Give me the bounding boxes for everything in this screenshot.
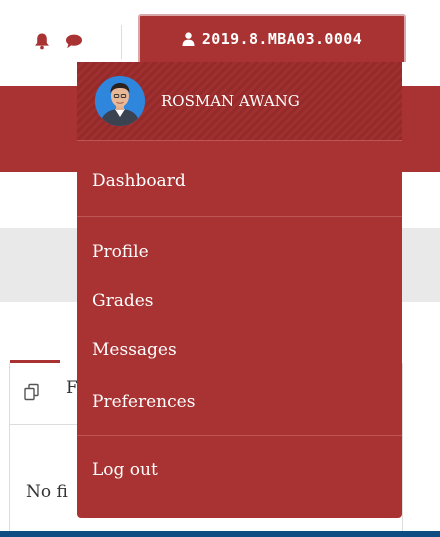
user-id-label: 2019.8.MBA03.0004 — [201, 30, 363, 48]
active-tab-underline — [10, 360, 60, 363]
bell-icon[interactable] — [33, 32, 51, 50]
user-menu-header[interactable]: ROSMAN AWANG — [77, 62, 402, 140]
menu-separator — [77, 435, 402, 436]
menu-item-preferences[interactable]: Preferences — [92, 392, 195, 412]
user-dropdown-menu: ROSMAN AWANG Dashboard Profile Grades Me… — [77, 62, 402, 518]
empty-state-text: No fi — [26, 482, 68, 502]
menu-item-logout[interactable]: Log out — [92, 460, 158, 480]
menu-separator — [77, 140, 402, 141]
menu-item-dashboard[interactable]: Dashboard — [92, 171, 186, 191]
avatar — [95, 76, 145, 126]
avatar-photo — [95, 76, 145, 126]
files-icon — [24, 383, 39, 401]
menu-item-messages[interactable]: Messages — [92, 340, 177, 360]
content-box-border-left — [9, 363, 10, 537]
content-box-border-right — [402, 363, 403, 537]
user-menu-button[interactable]: 2019.8.MBA03.0004 — [138, 14, 406, 62]
navbar-divider — [121, 25, 122, 59]
menu-item-profile[interactable]: Profile — [92, 242, 149, 262]
user-icon — [182, 32, 195, 46]
menu-separator — [77, 216, 402, 217]
chat-icon[interactable] — [65, 32, 83, 50]
user-full-name: ROSMAN AWANG — [161, 92, 300, 110]
menu-item-grades[interactable]: Grades — [92, 291, 154, 311]
bottom-bar — [0, 531, 440, 537]
